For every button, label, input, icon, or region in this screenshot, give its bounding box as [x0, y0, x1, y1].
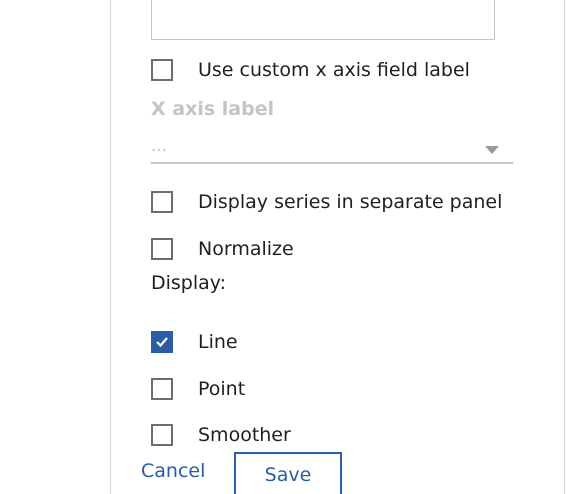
cancel-button[interactable]: Cancel	[141, 460, 205, 482]
display-option-line[interactable]: Line	[151, 329, 238, 355]
display-heading: Display:	[151, 272, 227, 294]
description-textarea[interactable]	[151, 0, 495, 40]
left-gutter	[0, 0, 111, 494]
smoother-text: Smoother	[198, 424, 291, 446]
display-option-smoother[interactable]: Smoother	[151, 422, 291, 448]
custom-x-label-checkbox[interactable]	[151, 59, 173, 81]
normalize-checkbox[interactable]	[151, 238, 173, 260]
save-button[interactable]: Save	[234, 452, 342, 494]
panel-right-border	[564, 0, 565, 494]
x-axis-label-heading: X axis label	[151, 98, 275, 120]
line-text: Line	[198, 331, 238, 353]
separate-panel-checkbox[interactable]	[151, 191, 173, 213]
display-option-point[interactable]: Point	[151, 376, 245, 402]
normalize-text: Normalize	[198, 238, 294, 260]
point-text: Point	[198, 378, 246, 400]
separate-panel-text: Display series in separate panel	[198, 191, 503, 213]
smoother-checkbox[interactable]	[151, 424, 173, 446]
x-axis-label-select[interactable]: ...	[151, 136, 513, 164]
chart-options-panel: Use custom x axis field label X axis lab…	[0, 0, 566, 494]
custom-x-label-text: Use custom x axis field label	[198, 59, 470, 81]
checkmark-icon	[156, 337, 168, 348]
custom-x-label-option[interactable]: Use custom x axis field label	[151, 57, 470, 83]
line-checkbox[interactable]	[151, 331, 173, 353]
point-checkbox[interactable]	[151, 378, 173, 400]
separate-panel-option[interactable]: Display series in separate panel	[151, 189, 502, 215]
chevron-down-icon	[485, 146, 499, 154]
x-axis-label-value: ...	[151, 136, 168, 156]
normalize-option[interactable]: Normalize	[151, 236, 294, 262]
